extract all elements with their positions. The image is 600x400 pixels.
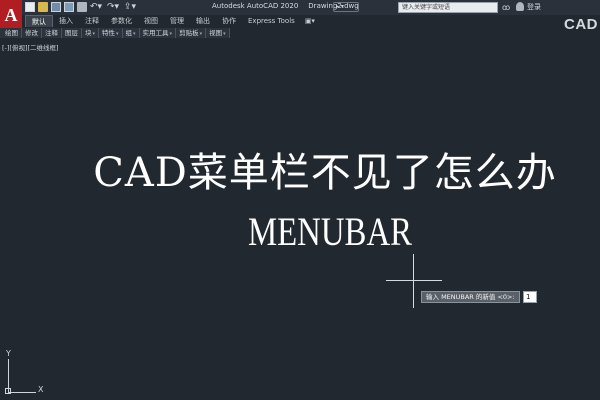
- application-menu-button[interactable]: A: [0, 0, 22, 30]
- redo-icon[interactable]: ↷▾: [107, 2, 121, 12]
- quick-access-toolbar: ↶▾ ↷▾ ⇪▾: [25, 2, 146, 13]
- corner-watermark: CAD: [564, 16, 598, 33]
- ribbon-panel[interactable]: 视图: [206, 28, 230, 38]
- new-icon[interactable]: [25, 2, 35, 12]
- app-title: Autodesk AutoCAD 2020: [212, 2, 299, 10]
- ribbon-tab[interactable]: Express Tools: [242, 15, 301, 27]
- user-icon[interactable]: [516, 2, 524, 11]
- binoculars-icon[interactable]: ꝏ: [502, 3, 510, 12]
- ribbon-panel[interactable]: 实用工具: [140, 28, 177, 38]
- ribbon-panel[interactable]: 块: [82, 28, 100, 38]
- overlay-heading: CAD菜单栏不见了怎么办: [93, 150, 557, 196]
- overlay-subheading: MENUBAR: [247, 209, 413, 254]
- ribbon-panel[interactable]: 特性: [99, 28, 123, 38]
- ribbon-tab[interactable]: 协作: [216, 15, 242, 27]
- viewport-controls[interactable]: [-][俯视][二维线框]: [2, 42, 59, 52]
- ribbon-panel[interactable]: 注释: [42, 28, 62, 38]
- open-icon[interactable]: [38, 2, 48, 12]
- undo-icon[interactable]: ↶▾: [90, 2, 104, 12]
- ribbon-tab[interactable]: 注释: [79, 15, 105, 27]
- ucs-x-axis: [8, 392, 36, 393]
- dynamic-input-prompt: 输入 MENUBAR 的新值 <0>:: [421, 291, 520, 303]
- ribbon-tab[interactable]: 管理: [164, 15, 190, 27]
- ribbon-tab[interactable]: 参数化: [105, 15, 138, 27]
- ribbon-panel[interactable]: 组: [123, 28, 140, 38]
- login-link[interactable]: 登录: [527, 2, 541, 12]
- ribbon-panel[interactable]: 剪贴板: [176, 28, 207, 38]
- print-icon[interactable]: [77, 2, 87, 12]
- share-icon[interactable]: ⇪▾: [124, 2, 146, 12]
- ribbon-panel-bar: 绘图修改注释图层块特性组实用工具剪贴板视图: [0, 28, 230, 38]
- ucs-origin-icon: [5, 388, 11, 394]
- crosshair-horizontal: [386, 280, 442, 281]
- save-as-icon[interactable]: [64, 2, 74, 12]
- ribbon-tab[interactable]: 输出: [190, 15, 216, 27]
- ucs-x-label: X: [38, 385, 44, 394]
- ribbon-panel[interactable]: 绘图: [2, 28, 22, 38]
- ribbon-panel[interactable]: 图层: [62, 28, 82, 38]
- dynamic-input-field[interactable]: 1: [523, 291, 537, 303]
- ribbon-tab-overflow-icon[interactable]: ▣▾: [301, 15, 319, 27]
- ucs-y-label: Y: [6, 349, 11, 358]
- ribbon-tab[interactable]: 默认: [25, 15, 53, 27]
- ribbon-tabs: 默认 插入 注释 参数化 视图 管理 输出 协作 Express Tools ▣▾: [25, 15, 319, 27]
- search-input[interactable]: 键入关键字或短语: [398, 2, 498, 13]
- crosshair-vertical: [413, 254, 414, 308]
- title-dropdown[interactable]: ▸ ▾: [333, 2, 359, 12]
- save-icon[interactable]: [51, 2, 61, 12]
- ribbon-tab[interactable]: 插入: [53, 15, 79, 27]
- ribbon-tab[interactable]: 视图: [138, 15, 164, 27]
- ribbon-panel[interactable]: 修改: [22, 28, 42, 38]
